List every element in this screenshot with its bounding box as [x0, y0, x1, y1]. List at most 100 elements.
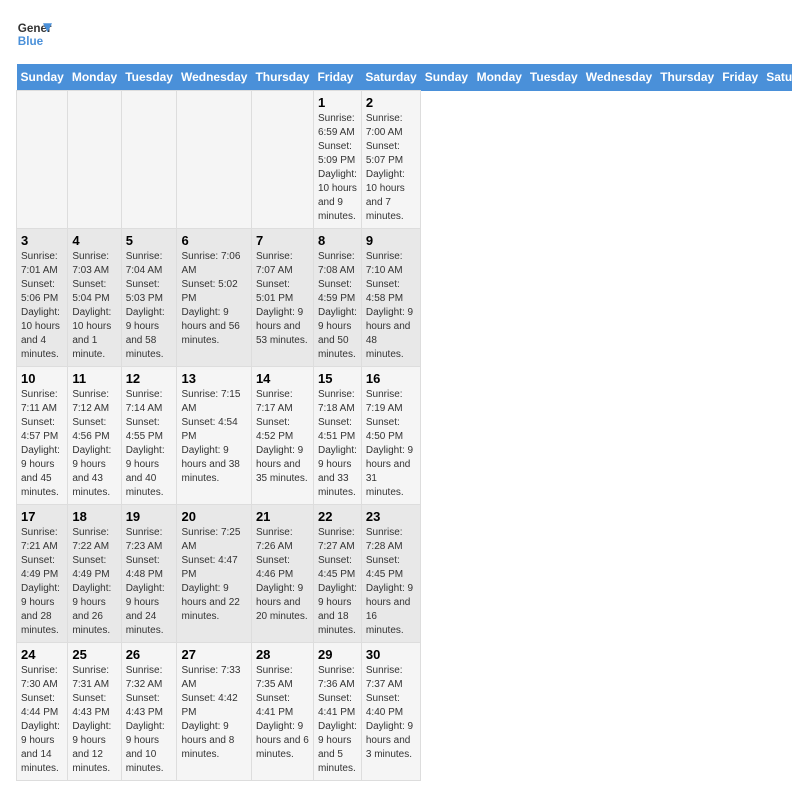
day-number: 23 [366, 509, 416, 524]
day-number: 8 [318, 233, 357, 248]
day-number: 25 [72, 647, 116, 662]
header-sunday: Sunday [17, 64, 68, 91]
calendar-table: SundayMondayTuesdayWednesdayThursdayFrid… [16, 64, 792, 781]
calendar-cell: 18 Sunrise: 7:22 AM Sunset: 4:49 PM Dayli… [68, 505, 121, 643]
calendar-cell: 19 Sunrise: 7:23 AM Sunset: 4:48 PM Dayli… [121, 505, 177, 643]
day-info: Sunrise: 7:01 AM Sunset: 5:06 PM Dayligh… [21, 250, 63, 362]
day-number: 21 [256, 509, 309, 524]
day-number: 13 [181, 371, 246, 386]
calendar-cell: 10 Sunrise: 7:11 AM Sunset: 4:57 PM Dayli… [17, 367, 68, 505]
header-sunday: Sunday [421, 64, 473, 91]
header-monday: Monday [473, 64, 526, 91]
day-number: 12 [126, 371, 173, 386]
day-number: 22 [318, 509, 357, 524]
day-info: Sunrise: 7:11 AM Sunset: 4:57 PM Dayligh… [21, 388, 63, 500]
calendar-cell: 23 Sunrise: 7:28 AM Sunset: 4:45 PM Dayli… [361, 505, 420, 643]
day-number: 7 [256, 233, 309, 248]
day-number: 14 [256, 371, 309, 386]
day-info: Sunrise: 7:26 AM Sunset: 4:46 PM Dayligh… [256, 526, 309, 624]
day-info: Sunrise: 7:27 AM Sunset: 4:45 PM Dayligh… [318, 526, 357, 638]
calendar-cell [251, 91, 313, 229]
calendar-cell: 25 Sunrise: 7:31 AM Sunset: 4:43 PM Dayli… [68, 643, 121, 781]
day-info: Sunrise: 7:36 AM Sunset: 4:41 PM Dayligh… [318, 664, 357, 776]
calendar-cell: 29 Sunrise: 7:36 AM Sunset: 4:41 PM Dayli… [313, 643, 361, 781]
day-number: 18 [72, 509, 116, 524]
calendar-cell: 1 Sunrise: 6:59 AM Sunset: 5:09 PM Daylig… [313, 91, 361, 229]
calendar-cell: 17 Sunrise: 7:21 AM Sunset: 4:49 PM Dayli… [17, 505, 68, 643]
day-number: 29 [318, 647, 357, 662]
day-number: 17 [21, 509, 63, 524]
day-info: Sunrise: 7:37 AM Sunset: 4:40 PM Dayligh… [366, 664, 416, 762]
day-number: 26 [126, 647, 173, 662]
day-number: 6 [181, 233, 246, 248]
calendar-week-row: 17 Sunrise: 7:21 AM Sunset: 4:49 PM Dayli… [17, 505, 792, 643]
calendar-header-row: SundayMondayTuesdayWednesdayThursdayFrid… [17, 64, 792, 91]
calendar-cell [17, 91, 68, 229]
calendar-week-row: 1 Sunrise: 6:59 AM Sunset: 5:09 PM Daylig… [17, 91, 792, 229]
day-number: 16 [366, 371, 416, 386]
day-number: 9 [366, 233, 416, 248]
calendar-cell: 5 Sunrise: 7:04 AM Sunset: 5:03 PM Daylig… [121, 229, 177, 367]
day-info: Sunrise: 7:28 AM Sunset: 4:45 PM Dayligh… [366, 526, 416, 638]
day-info: Sunrise: 7:19 AM Sunset: 4:50 PM Dayligh… [366, 388, 416, 500]
day-info: Sunrise: 7:33 AM Sunset: 4:42 PM Dayligh… [181, 664, 246, 762]
header-saturday: Saturday [361, 64, 420, 91]
day-number: 5 [126, 233, 173, 248]
calendar-cell [68, 91, 121, 229]
calendar-cell: 4 Sunrise: 7:03 AM Sunset: 5:04 PM Daylig… [68, 229, 121, 367]
day-number: 11 [72, 371, 116, 386]
day-info: Sunrise: 7:21 AM Sunset: 4:49 PM Dayligh… [21, 526, 63, 638]
day-number: 15 [318, 371, 357, 386]
header-saturday: Saturday [762, 64, 792, 91]
header-friday: Friday [313, 64, 361, 91]
logo-icon: General Blue [16, 16, 52, 52]
day-info: Sunrise: 7:25 AM Sunset: 4:47 PM Dayligh… [181, 526, 246, 624]
calendar-cell: 7 Sunrise: 7:07 AM Sunset: 5:01 PM Daylig… [251, 229, 313, 367]
day-info: Sunrise: 6:59 AM Sunset: 5:09 PM Dayligh… [318, 112, 357, 224]
day-info: Sunrise: 7:17 AM Sunset: 4:52 PM Dayligh… [256, 388, 309, 486]
day-info: Sunrise: 7:32 AM Sunset: 4:43 PM Dayligh… [126, 664, 173, 776]
day-number: 1 [318, 95, 357, 110]
day-number: 19 [126, 509, 173, 524]
day-info: Sunrise: 7:04 AM Sunset: 5:03 PM Dayligh… [126, 250, 173, 362]
calendar-cell: 9Sunrise: 7:10 AM Sunset: 4:58 PM Daylig… [361, 229, 420, 367]
calendar-cell: 20 Sunrise: 7:25 AM Sunset: 4:47 PM Dayli… [177, 505, 251, 643]
calendar-cell: 12 Sunrise: 7:14 AM Sunset: 4:55 PM Dayli… [121, 367, 177, 505]
calendar-cell: 21 Sunrise: 7:26 AM Sunset: 4:46 PM Dayli… [251, 505, 313, 643]
day-info: Sunrise: 7:07 AM Sunset: 5:01 PM Dayligh… [256, 250, 309, 348]
day-number: 24 [21, 647, 63, 662]
day-info: Sunrise: 7:31 AM Sunset: 4:43 PM Dayligh… [72, 664, 116, 776]
header-tuesday: Tuesday [121, 64, 177, 91]
page-header: General Blue [16, 16, 776, 52]
header-wednesday: Wednesday [582, 64, 656, 91]
day-info: Sunrise: 7:15 AM Sunset: 4:54 PM Dayligh… [181, 388, 246, 486]
header-thursday: Thursday [656, 64, 718, 91]
day-number: 30 [366, 647, 416, 662]
calendar-cell: 2Sunrise: 7:00 AM Sunset: 5:07 PM Daylig… [361, 91, 420, 229]
day-info: Sunrise: 7:22 AM Sunset: 4:49 PM Dayligh… [72, 526, 116, 638]
day-info: Sunrise: 7:03 AM Sunset: 5:04 PM Dayligh… [72, 250, 116, 362]
header-monday: Monday [68, 64, 121, 91]
day-number: 10 [21, 371, 63, 386]
day-info: Sunrise: 7:23 AM Sunset: 4:48 PM Dayligh… [126, 526, 173, 638]
day-number: 4 [72, 233, 116, 248]
calendar-cell: 8 Sunrise: 7:08 AM Sunset: 4:59 PM Daylig… [313, 229, 361, 367]
day-info: Sunrise: 7:08 AM Sunset: 4:59 PM Dayligh… [318, 250, 357, 362]
calendar-cell [177, 91, 251, 229]
logo: General Blue [16, 16, 52, 52]
day-number: 20 [181, 509, 246, 524]
header-thursday: Thursday [251, 64, 313, 91]
day-info: Sunrise: 7:30 AM Sunset: 4:44 PM Dayligh… [21, 664, 63, 776]
calendar-cell [121, 91, 177, 229]
calendar-cell: 24 Sunrise: 7:30 AM Sunset: 4:44 PM Dayli… [17, 643, 68, 781]
day-info: Sunrise: 7:14 AM Sunset: 4:55 PM Dayligh… [126, 388, 173, 500]
calendar-cell: 30 Sunrise: 7:37 AM Sunset: 4:40 PM Dayli… [361, 643, 420, 781]
calendar-week-row: 3Sunrise: 7:01 AM Sunset: 5:06 PM Daylig… [17, 229, 792, 367]
calendar-cell: 22 Sunrise: 7:27 AM Sunset: 4:45 PM Dayli… [313, 505, 361, 643]
day-info: Sunrise: 7:12 AM Sunset: 4:56 PM Dayligh… [72, 388, 116, 500]
calendar-cell: 27Sunrise: 7:33 AM Sunset: 4:42 PM Dayli… [177, 643, 251, 781]
calendar-week-row: 24 Sunrise: 7:30 AM Sunset: 4:44 PM Dayli… [17, 643, 792, 781]
header-friday: Friday [718, 64, 762, 91]
day-number: 2 [366, 95, 416, 110]
calendar-cell: 13 Sunrise: 7:15 AM Sunset: 4:54 PM Dayli… [177, 367, 251, 505]
